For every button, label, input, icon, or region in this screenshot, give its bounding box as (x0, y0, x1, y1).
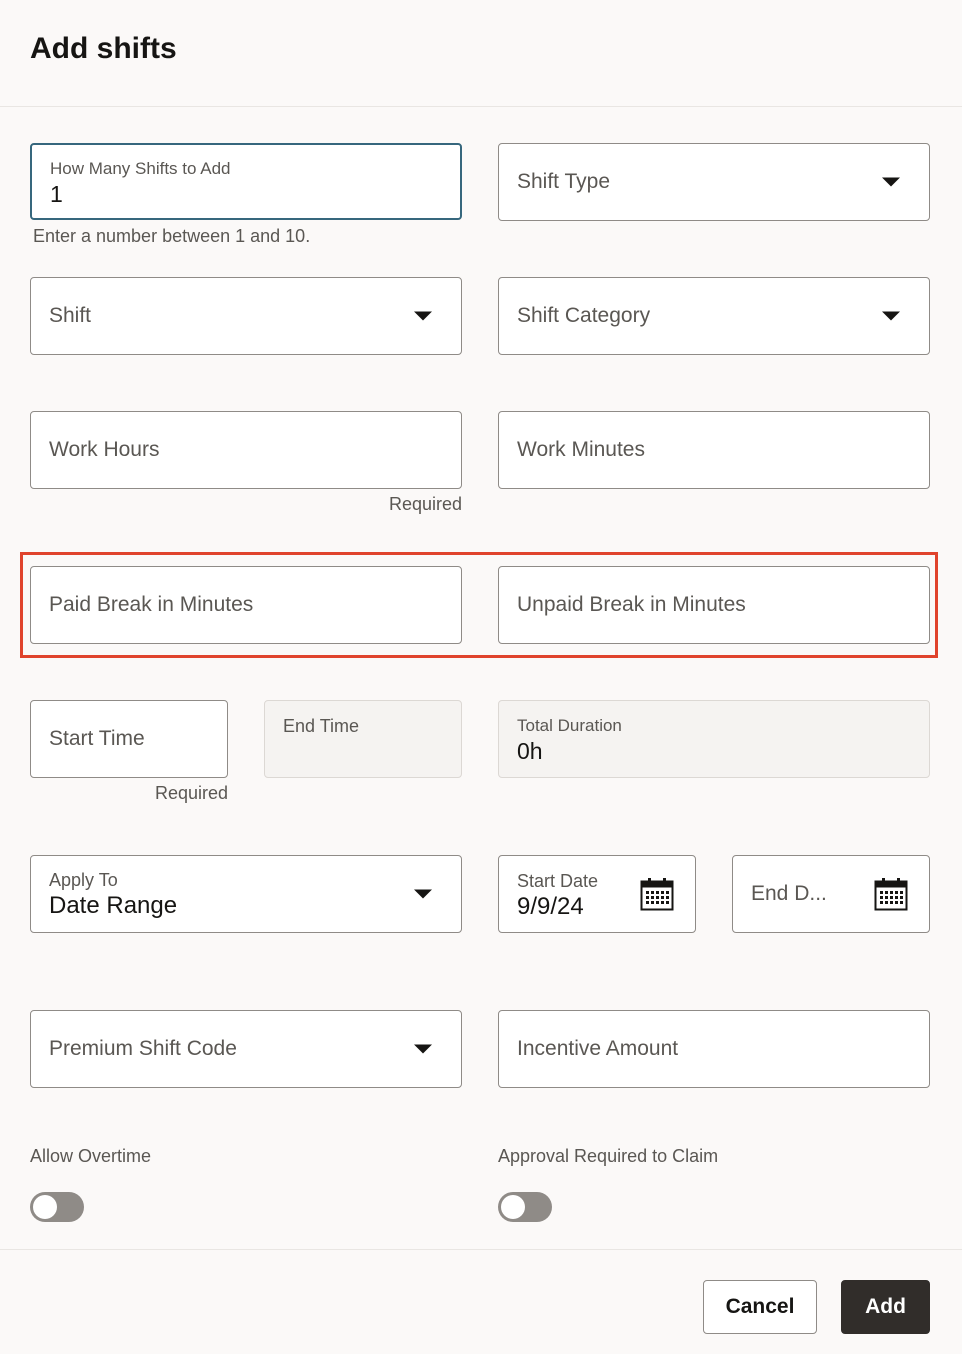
start-time-required: Required (155, 783, 229, 803)
work-hours-placeholder: Work Hours (49, 438, 160, 461)
chevron-down-icon (414, 311, 432, 321)
total-duration-label: Total Duration (517, 716, 622, 735)
incentive-amount-placeholder: Incentive Amount (517, 1037, 679, 1060)
shift-type-placeholder: Shift Type (517, 170, 611, 193)
dialog-header: Add shifts (0, 0, 962, 107)
chevron-down-icon (882, 311, 900, 321)
premium-shift-code-select[interactable]: Premium Shift Code (30, 1010, 462, 1088)
toggle-knob (501, 1195, 525, 1219)
chevron-down-icon (882, 177, 900, 187)
shift-category-select[interactable]: Shift Category (498, 277, 930, 355)
paid-break-input[interactable]: Paid Break in Minutes (30, 566, 462, 644)
toggle-knob (33, 1195, 57, 1219)
work-hours-required: Required (389, 494, 463, 514)
chevron-down-icon (414, 1044, 432, 1054)
apply-to-value: Date Range (49, 892, 178, 919)
allow-overtime-toggle[interactable] (30, 1192, 84, 1222)
shifts-count-helper: Enter a number between 1 and 10. (33, 226, 311, 246)
cancel-button[interactable]: Cancel (703, 1280, 817, 1334)
shifts-count-value: 1 (50, 181, 63, 207)
shift-placeholder: Shift (49, 304, 92, 327)
shift-type-select[interactable]: Shift Type (498, 143, 930, 221)
shift-select[interactable]: Shift (30, 277, 462, 355)
apply-to-select[interactable]: Apply To Date Range (30, 855, 462, 933)
footer-divider (0, 1249, 962, 1250)
start-time-input[interactable]: Start Time (30, 700, 228, 778)
total-duration-field: Total Duration 0h (498, 700, 930, 778)
approval-required-toggle[interactable] (498, 1192, 552, 1222)
unpaid-break-input[interactable]: Unpaid Break in Minutes (498, 566, 930, 644)
incentive-amount-input[interactable]: Incentive Amount (498, 1010, 930, 1088)
work-hours-input[interactable]: Work Hours (30, 411, 462, 489)
allow-overtime-label: Allow Overtime (30, 1146, 152, 1166)
total-duration-value: 0h (517, 738, 543, 764)
paid-break-placeholder: Paid Break in Minutes (49, 593, 254, 616)
work-minutes-placeholder: Work Minutes (517, 438, 645, 461)
unpaid-break-placeholder: Unpaid Break in Minutes (517, 593, 746, 616)
approval-required-label: Approval Required to Claim (498, 1146, 719, 1166)
shift-category-placeholder: Shift Category (517, 304, 651, 327)
chevron-down-icon (414, 889, 432, 899)
end-time-field: End Time (264, 700, 462, 778)
apply-to-label: Apply To (49, 870, 118, 890)
start-date-label: Start Date (517, 871, 599, 891)
calendar-icon[interactable] (874, 877, 908, 911)
dialog-title: Add shifts (30, 32, 177, 65)
start-date-input[interactable]: Start Date 9/9/24 (498, 855, 696, 933)
end-date-placeholder: End D... (751, 882, 827, 905)
work-minutes-input[interactable]: Work Minutes (498, 411, 930, 489)
start-time-placeholder: Start Time (49, 727, 145, 750)
end-date-input[interactable]: End D... (732, 855, 930, 933)
end-time-label: End Time (283, 716, 360, 736)
calendar-icon[interactable] (640, 877, 674, 911)
shifts-count-label: How Many Shifts to Add (50, 159, 231, 178)
start-date-value: 9/9/24 (517, 893, 584, 920)
shifts-count-input[interactable]: How Many Shifts to Add 1 (30, 143, 462, 220)
add-button[interactable]: Add (841, 1280, 930, 1334)
premium-shift-code-placeholder: Premium Shift Code (49, 1037, 237, 1060)
